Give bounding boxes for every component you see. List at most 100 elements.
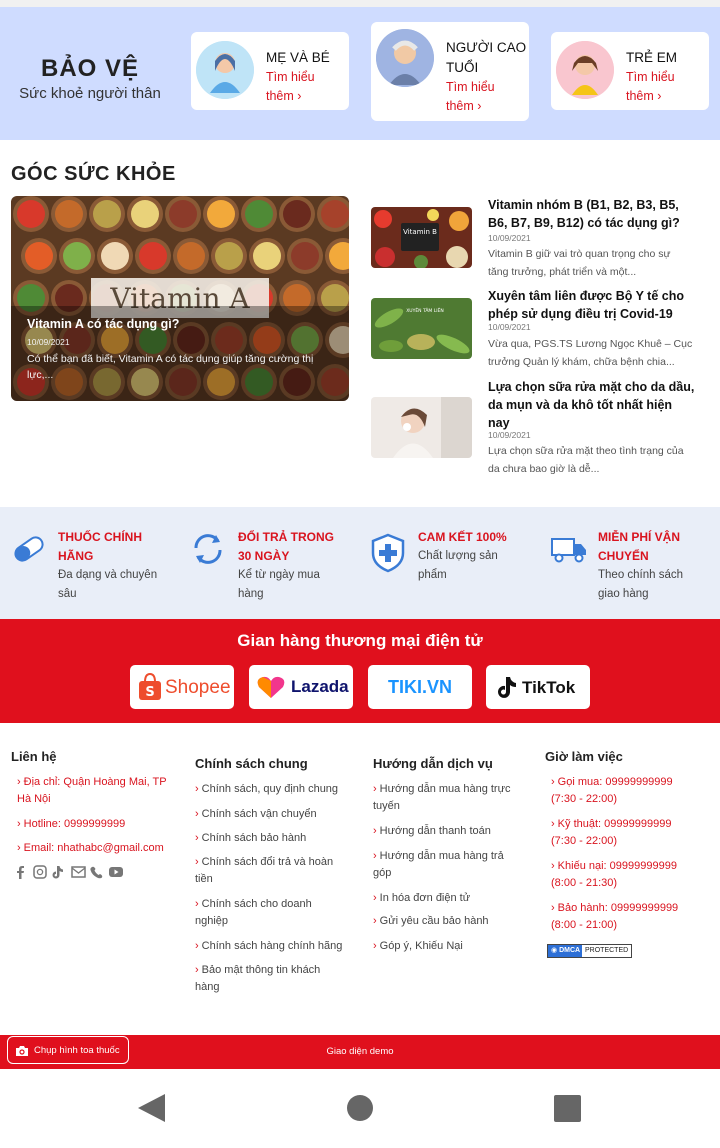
hours-item[interactable]: › Khiếu nại: 09999999999 (8:00 - 21:30): [551, 858, 677, 892]
benefit-title: MIỄN PHÍ VẬN CHUYỂN: [598, 530, 681, 563]
tiktok-icon[interactable]: [52, 866, 64, 879]
article-thumbnail[interactable]: Vitamin B: [371, 207, 472, 268]
food-bowl-content: [139, 242, 167, 270]
guide-link[interactable]: › Hướng dẫn mua hàng trả góp: [373, 848, 504, 882]
card-title: NGƯỜI CAO TUỔI: [446, 40, 527, 75]
svg-text:S: S: [145, 685, 154, 700]
card-learn-more-link[interactable]: Tìm hiểu thêm ›: [266, 68, 315, 106]
guide-link[interactable]: › Hướng dẫn thanh toán: [373, 823, 491, 840]
benefit-desc: Chất lượng sản phẩm: [418, 550, 498, 581]
children-avatar: [556, 41, 614, 99]
prescription-photo-button[interactable]: Chụp hình toa thuốc: [7, 1036, 129, 1064]
guide-link[interactable]: › In hóa đơn điện tử: [373, 890, 470, 907]
article-date: 10/09/2021: [488, 233, 531, 243]
back-icon[interactable]: [138, 1094, 165, 1122]
system-nav-bar: [0, 1069, 720, 1148]
phone-icon[interactable]: [90, 866, 103, 879]
recents-icon[interactable]: [554, 1095, 581, 1122]
food-bowl-content: [55, 200, 83, 228]
lazada-heart-icon: [257, 676, 285, 698]
shopee-store-button[interactable]: S Shopee: [130, 665, 234, 709]
banner-title: BẢO VỆ: [40, 55, 139, 82]
benefit-title: ĐỔI TRẢ TRONG 30 NGÀY: [238, 530, 334, 563]
featured-article[interactable]: Vitamin A Vitamin A có tác dụng gì? 10/0…: [11, 196, 349, 401]
food-bowl-content: [93, 200, 121, 228]
home-icon[interactable]: [347, 1095, 373, 1121]
policy-link[interactable]: › Chính sách vận chuyển: [195, 806, 317, 823]
guide-link[interactable]: › Góp ý, Khiếu Nại: [373, 938, 463, 955]
policy-link[interactable]: › Chính sách cho doanh nghiệp: [195, 896, 312, 930]
food-bowl-content: [207, 200, 235, 228]
camera-icon: [16, 1046, 28, 1056]
hours-item[interactable]: › Bảo hành: 09999999999 (8:00 - 21:00): [551, 900, 678, 934]
article-title[interactable]: Lựa chọn sữa rửa mặt cho da dầu, da mụn …: [488, 378, 698, 432]
article-title[interactable]: Xuyên tâm liên được Bộ Y tế cho phép sử …: [488, 287, 698, 323]
section-title: GÓC SỨC KHỎE: [11, 163, 176, 185]
policy-link[interactable]: › Chính sách hàng chính hãng: [195, 938, 342, 955]
card-learn-more-link[interactable]: Tìm hiểu thêm ›: [626, 68, 675, 106]
featured-title[interactable]: Vitamin A có tác dụng gì?: [27, 317, 179, 331]
footer-policy-title: Chính sách chung: [195, 756, 308, 771]
instagram-icon[interactable]: [33, 865, 47, 879]
email-icon[interactable]: [71, 866, 86, 878]
food-bowl-content: [101, 242, 129, 270]
card-elderly[interactable]: NGƯỜI CAO TUỔI Tìm hiểu thêm ›: [371, 22, 529, 121]
article-thumbnail[interactable]: [371, 397, 472, 458]
marketplace-section: Gian hàng thương mại điện tử S Shopee La…: [0, 619, 720, 723]
tiktok-store-button[interactable]: TikTok: [486, 665, 590, 709]
article-date: 10/09/2021: [488, 430, 531, 440]
guide-link[interactable]: › Gửi yêu cầu bảo hành: [373, 913, 489, 930]
refresh-arrows-icon: [190, 531, 226, 567]
benefit-desc: Kể từ ngày mua hàng: [238, 569, 320, 600]
article-desc: Lựa chọn sữa rửa mặt theo tình trạng của…: [488, 445, 684, 475]
facebook-icon[interactable]: [17, 866, 24, 879]
featured-date: 10/09/2021: [27, 337, 70, 347]
food-bowl-content: [131, 200, 159, 228]
article-thumbnail[interactable]: XUYÊN TÂM LIÊN: [371, 298, 472, 359]
card-learn-more-link[interactable]: Tìm hiểu thêm ›: [446, 78, 495, 116]
benefits-bar: THUỐC CHÍNH HÃNG Đa dạng và chuyên sâu Đ…: [0, 507, 720, 619]
policy-link[interactable]: › Bảo mật thông tin khách hàng: [195, 962, 320, 996]
footer-address: › Địa chỉ: Quận Hoàng Mai, TP Hà Nội: [17, 776, 167, 805]
food-bowl-content: [17, 200, 45, 228]
article-date: 10/09/2021: [488, 322, 531, 332]
card-children[interactable]: TRẺ EM Tìm hiểu thêm ›: [551, 32, 709, 110]
footer-hotline-link[interactable]: › Hotline: 0999999999: [17, 816, 125, 833]
benefit-title: THUỐC CHÍNH HÃNG: [58, 530, 142, 563]
policy-link[interactable]: › Chính sách đổi trả và hoàn tiền: [195, 854, 333, 888]
policy-link[interactable]: › Chính sách, quy định chung: [195, 781, 338, 798]
policy-link[interactable]: › Chính sách bảo hành: [195, 830, 306, 847]
footer-hours-title: Giờ làm việc: [545, 749, 623, 764]
dmca-badge[interactable]: ◉ DMCA PROTECTED: [547, 944, 632, 958]
card-mother-baby[interactable]: MẸ VÀ BÉ Tìm hiểu thêm ›: [191, 32, 349, 110]
elderly-avatar: [376, 29, 434, 87]
food-bowl-content: [321, 200, 349, 228]
hours-item[interactable]: › Kỹ thuật: 09999999999 (7:30 - 22:00): [551, 816, 671, 850]
pill-capsule-icon: [11, 531, 47, 567]
shopee-bag-icon: S: [139, 673, 161, 700]
article-title[interactable]: Vitamin nhóm B (B1, B2, B3, B5, B6, B7, …: [488, 196, 698, 232]
benefit-desc: Theo chính sách giao hàng: [598, 569, 684, 600]
food-bowl-content: [291, 242, 319, 270]
tiki-store-button[interactable]: TIKI.VN: [368, 665, 472, 709]
food-bowl-content: [25, 242, 53, 270]
guide-link[interactable]: › Hướng dẫn mua hàng trực tuyến: [373, 781, 510, 815]
footer-guide-title: Hướng dẫn dịch vụ: [373, 756, 493, 771]
footer-contact-title: Liên hệ: [11, 749, 57, 764]
protect-banner: BẢO VỆ Sức khoẻ người thân MẸ VÀ BÉ Tìm …: [0, 7, 720, 140]
benefit-title: CAM KẾT 100%: [418, 530, 507, 544]
food-bowl-content: [245, 200, 273, 228]
delivery-truck-icon: [550, 531, 586, 567]
tiktok-note-icon: [498, 677, 516, 698]
lazada-store-button[interactable]: Lazada: [249, 665, 353, 709]
food-bowl-content: [215, 242, 243, 270]
footer-email-link[interactable]: › Email: nhathabc@gmail.com: [17, 840, 164, 857]
marketplace-title: Gian hàng thương mại điện tử: [237, 631, 483, 650]
shield-plus-icon: [370, 533, 406, 573]
food-bowl-content: [253, 242, 281, 270]
food-bowl-content: [177, 242, 205, 270]
thumb-text: Vitamin B: [403, 228, 437, 236]
social-icons: [16, 865, 126, 879]
hours-item[interactable]: › Gọi mua: 09999999999 (7:30 - 22:00): [551, 774, 673, 808]
banner-subtitle: Sức khoẻ người thân: [19, 85, 161, 102]
